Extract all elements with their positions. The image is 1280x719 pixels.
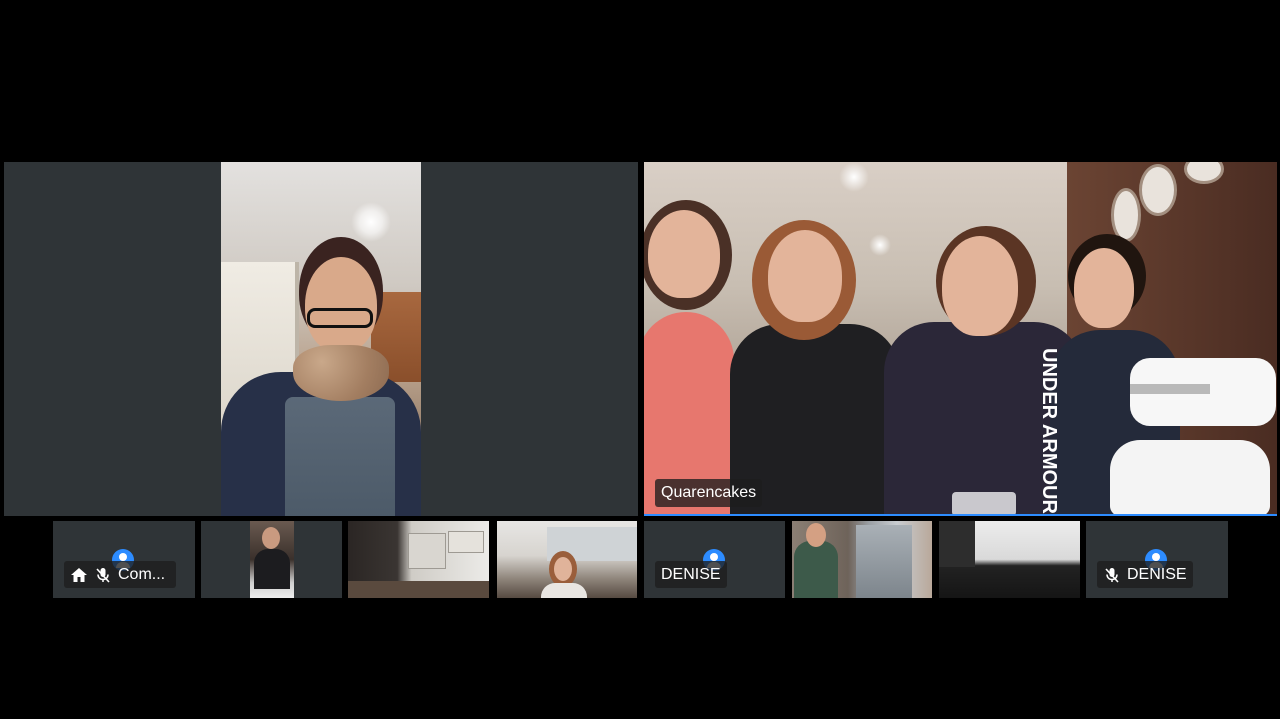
video-gallery: UNDER ARMOUR Quarencakes Com... DENISE D…	[0, 0, 1280, 719]
microphone-muted-icon	[96, 567, 110, 583]
participant-name-label: DENISE	[1097, 561, 1193, 588]
thumbnail-tile[interactable]	[348, 521, 489, 598]
participant-name: Quarencakes	[661, 484, 757, 501]
participant-video-feed	[221, 162, 421, 516]
thumbnail-tile[interactable]	[497, 521, 637, 598]
participant-video-feed	[348, 521, 489, 598]
thumbnail-tile[interactable]	[792, 521, 932, 598]
shirt-print: UNDER ARMOUR	[1038, 348, 1060, 514]
participant-name-label: Com...	[64, 561, 176, 588]
participant-name-label: DENISE	[655, 561, 727, 588]
thumbnail-tile[interactable]: Com...	[53, 521, 195, 598]
participant-video-feed	[792, 521, 932, 598]
thumbnail-tile[interactable]: DENISE	[644, 521, 785, 598]
thumbnail-tile[interactable]	[939, 521, 1080, 598]
participant-name: Com...	[118, 566, 166, 583]
video-tile-presenter[interactable]	[4, 162, 638, 516]
participant-video-feed	[939, 521, 1080, 598]
participant-name: DENISE	[1127, 566, 1187, 583]
thumbnail-tile[interactable]: DENISE	[1086, 521, 1228, 598]
video-tile-quarencakes[interactable]: UNDER ARMOUR Quarencakes	[644, 162, 1277, 516]
participant-video-feed: UNDER ARMOUR	[644, 162, 1277, 514]
participant-name: DENISE	[661, 566, 721, 583]
thumbnail-tile[interactable]	[201, 521, 342, 598]
participant-video-feed	[497, 521, 637, 598]
home-icon	[71, 567, 87, 582]
participant-video-feed	[250, 521, 294, 598]
microphone-muted-icon	[1105, 567, 1119, 583]
participant-name-label: Quarencakes	[655, 479, 763, 507]
